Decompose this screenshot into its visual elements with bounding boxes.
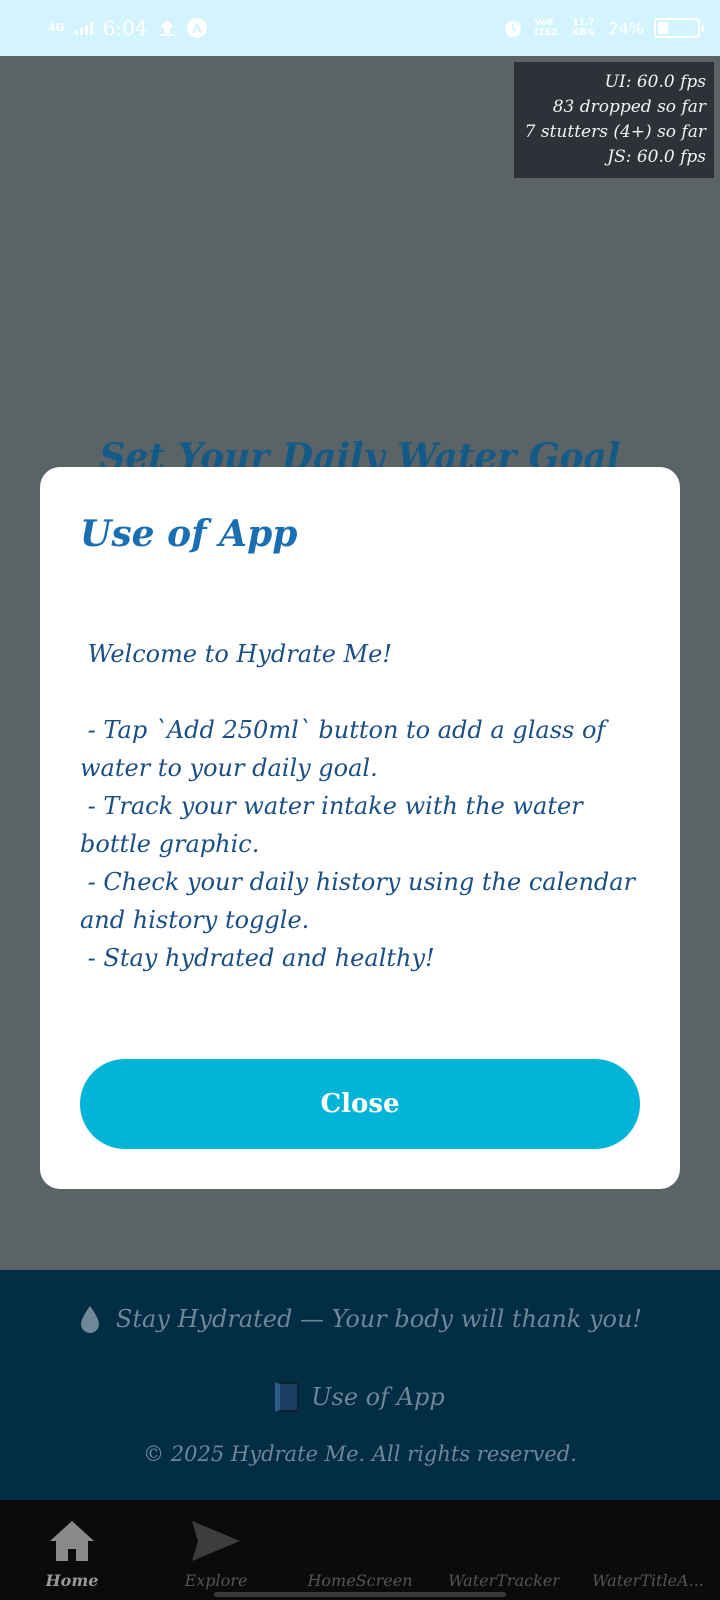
use-of-app-link[interactable]: Use of App [0, 1382, 720, 1412]
copyright: © 2025 Hydrate Me. All rights reserved. [143, 1442, 577, 1466]
tagline: Stay Hydrated — Your body will thank you… [115, 1305, 643, 1333]
dropped-frames: 83 dropped so far [552, 97, 706, 117]
volte-indicator: Vo8 LTE2 [534, 18, 558, 38]
tab-home[interactable]: Home [0, 1500, 144, 1600]
battery-icon [654, 18, 704, 38]
tab-homescreen-label: HomeScreen [307, 1571, 413, 1590]
ui-fps: UI: 60.0 fps [604, 72, 706, 92]
perf-monitor: UI: 60.0 fps 83 dropped so far 7 stutter… [514, 62, 714, 178]
clock: 6:04 [102, 16, 148, 40]
tab-homescreen[interactable]: HomeScreen [288, 1500, 432, 1600]
net-speed: 11.7 KB/s [572, 18, 595, 38]
home-icon [46, 1517, 98, 1565]
book-icon [275, 1382, 300, 1412]
status-bar: 4G 6:04 Vo8 LTE2 11.7 KB/s 24% [0, 0, 720, 56]
tab-watertitle-label: WaterTitleA... [592, 1571, 704, 1590]
signal-icon [74, 21, 93, 35]
bottom-tab-bar: Home Explore HomeScreen WaterTracker Wat… [0, 1500, 720, 1600]
tab-explore[interactable]: Explore [144, 1500, 288, 1600]
footer: Stay Hydrated — Your body will thank you… [0, 1270, 720, 1500]
water-drop-icon [80, 1306, 99, 1333]
alarm-icon [505, 21, 522, 37]
home-indicator[interactable] [214, 1592, 506, 1597]
network-type: 4G [48, 21, 65, 34]
tab-watertracker-label: WaterTracker [448, 1571, 560, 1590]
use-of-app-label: Use of App [311, 1383, 445, 1411]
modal-title: Use of App [80, 513, 298, 555]
modal-body: Welcome to Hydrate Me! - Tap `Add 250ml`… [80, 640, 636, 972]
upload-icon [159, 20, 174, 36]
tab-explore-label: Explore [184, 1571, 248, 1590]
tab-watertitle[interactable]: WaterTitleA... [576, 1500, 720, 1600]
js-fps: JS: 60.0 fps [607, 147, 706, 167]
stutters: 7 stutters (4+) so far [524, 122, 706, 142]
tagline-row: Stay Hydrated — Your body will thank you… [0, 1304, 720, 1334]
app-notification-icon [186, 18, 207, 38]
close-button[interactable]: Close [80, 1059, 640, 1149]
use-of-app-modal: Use of App Welcome to Hydrate Me! - Tap … [40, 467, 680, 1189]
tab-home-label: Home [45, 1571, 99, 1590]
tab-watertracker[interactable]: WaterTracker [432, 1500, 576, 1600]
battery-percent: 24% [608, 18, 644, 38]
send-icon [190, 1517, 242, 1565]
